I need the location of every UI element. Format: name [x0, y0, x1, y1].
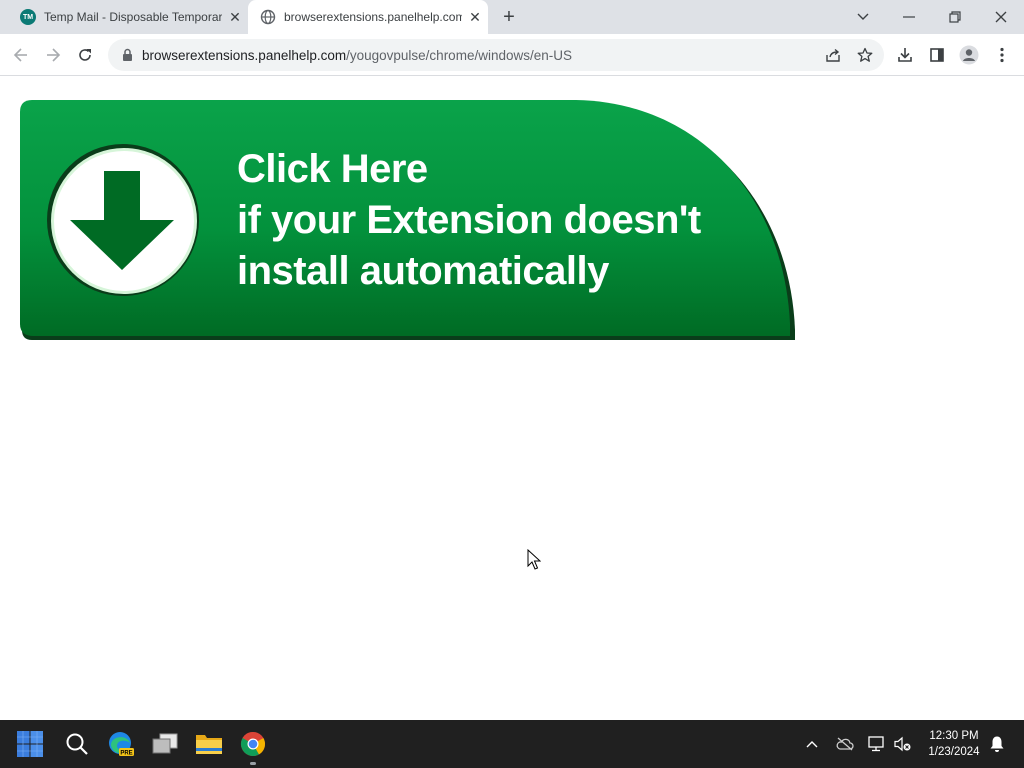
banner-line-2: if your Extension doesn't [237, 198, 701, 242]
start-button[interactable] [8, 720, 52, 768]
download-icon [898, 48, 912, 62]
tempmail-icon: TM [20, 9, 36, 25]
onedrive-tray-button[interactable] [832, 720, 858, 768]
forward-button[interactable] [40, 42, 66, 68]
network-tray-button[interactable] [864, 720, 890, 768]
show-hidden-icons-button[interactable] [800, 720, 824, 768]
volume-tray-button[interactable] [890, 720, 916, 768]
address-bar[interactable]: browserextensions.panelhelp.com/yougovpu… [108, 39, 884, 71]
banner-line-1: Click Here [237, 147, 428, 191]
profile-avatar-icon [959, 45, 979, 65]
volume-muted-icon [894, 736, 911, 752]
restore-icon [949, 11, 961, 23]
chevron-down-icon [857, 13, 869, 20]
search-icon [66, 733, 88, 755]
side-panel-button[interactable] [924, 42, 950, 68]
tab-title: browserextensions.panelhelp.com [284, 10, 462, 24]
chevron-up-icon [806, 741, 818, 748]
menu-button[interactable] [989, 42, 1015, 68]
start-icon [17, 731, 43, 757]
globe-icon [260, 9, 276, 25]
close-icon [995, 11, 1007, 23]
cloud-offline-icon [836, 737, 854, 751]
bell-icon [990, 736, 1004, 752]
edge-beta-icon: PRE [109, 732, 134, 757]
chrome-icon [240, 732, 266, 757]
notifications-button[interactable] [986, 720, 1008, 768]
mouse-cursor-icon [527, 549, 541, 570]
url-host: browserextensions.panelhelp.com [142, 47, 347, 63]
tab-panelhelp[interactable]: browserextensions.panelhelp.com ✕ [248, 0, 488, 34]
edge-beta-button[interactable]: PRE [99, 720, 143, 768]
star-icon [857, 47, 873, 62]
close-tab-icon[interactable]: ✕ [466, 8, 484, 26]
restore-button[interactable] [932, 0, 978, 34]
banner-text[interactable]: Click Here if your Extension doesn't ins… [237, 144, 701, 297]
tab-search-button[interactable] [840, 0, 886, 34]
minimize-button[interactable] [886, 0, 932, 34]
share-button[interactable] [820, 42, 846, 68]
share-icon [826, 48, 840, 62]
reload-icon [79, 49, 91, 61]
clock-time: 12:30 PM [929, 730, 979, 742]
file-explorer-button[interactable] [187, 720, 231, 768]
browser-toolbar: browserextensions.panelhelp.com/yougovpu… [0, 34, 1024, 76]
banner-line-3: install automatically [237, 249, 609, 293]
tab-temp-mail[interactable]: TM Temp Mail - Disposable Temporary ✕ [8, 0, 248, 34]
url-path: /yougovpulse/chrome/windows/en-US [346, 47, 572, 63]
new-tab-button[interactable]: + [496, 6, 522, 28]
running-indicator [250, 762, 256, 765]
task-view-button[interactable] [143, 720, 187, 768]
system-clock[interactable]: 12:30 PM 1/23/2024 [918, 728, 990, 760]
clock-date: 1/23/2024 [928, 746, 980, 758]
minimize-icon [903, 16, 915, 18]
search-button[interactable] [55, 720, 99, 768]
edge-badge-text: PRE [120, 751, 132, 757]
chrome-button[interactable] [231, 720, 275, 768]
arrow-left-icon [13, 48, 27, 62]
back-button[interactable] [8, 42, 34, 68]
network-icon [868, 736, 884, 752]
reload-button[interactable] [72, 42, 98, 68]
kebab-menu-icon [1000, 47, 1004, 63]
tab-strip: TM Temp Mail - Disposable Temporary ✕ br… [0, 0, 1024, 34]
url-text[interactable]: browserextensions.panelhelp.com/yougovpu… [142, 48, 572, 63]
downloads-button[interactable] [892, 42, 918, 68]
task-view-icon [152, 733, 178, 754]
lock-icon[interactable] [120, 47, 134, 63]
tab-title: Temp Mail - Disposable Temporary [44, 10, 222, 24]
bookmark-button[interactable] [852, 42, 878, 68]
windows-taskbar: PRE 12:30 PM 1/23/2024 [0, 720, 1024, 768]
file-explorer-icon [196, 735, 222, 754]
install-extension-banner[interactable]: Click Here if your Extension doesn't ins… [20, 100, 796, 342]
arrow-right-icon [47, 48, 61, 62]
close-window-button[interactable] [978, 0, 1024, 34]
side-panel-icon [930, 48, 944, 62]
close-tab-icon[interactable]: ✕ [226, 8, 244, 26]
page-content: Click Here if your Extension doesn't ins… [0, 77, 1024, 720]
profile-button[interactable] [956, 42, 982, 68]
